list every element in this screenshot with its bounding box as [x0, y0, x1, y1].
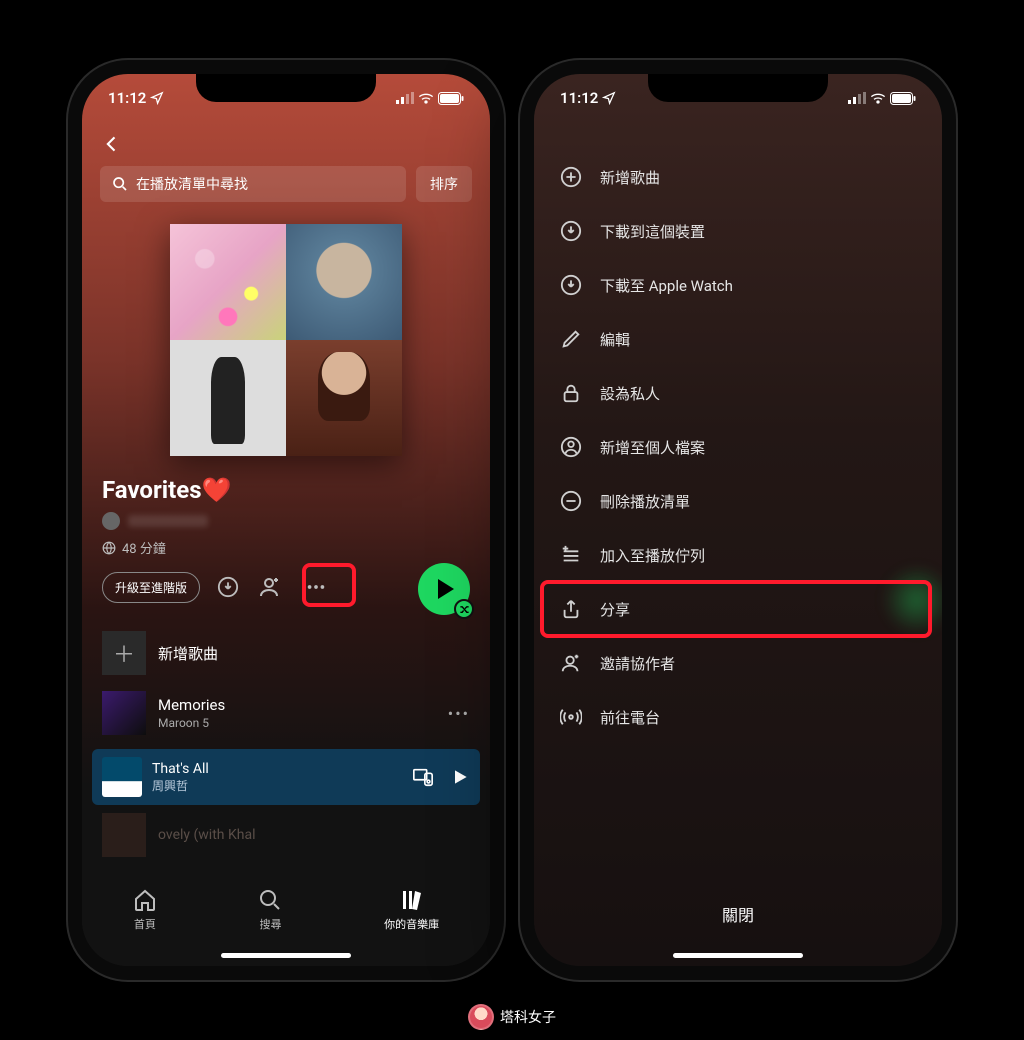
- queue-icon: [560, 544, 582, 566]
- radio-icon: [560, 706, 582, 728]
- cover-art-2: [286, 224, 402, 340]
- faded-track-row: ovely (with Khal: [82, 811, 490, 857]
- battery-icon: [890, 92, 916, 105]
- status-right: [396, 92, 464, 105]
- menu-radio[interactable]: 前往電台: [534, 690, 942, 744]
- menu-download-device[interactable]: 下載到這個裝置: [534, 204, 942, 258]
- upgrade-button[interactable]: 升級至進階版: [102, 572, 200, 603]
- playlist-owner: [102, 512, 470, 530]
- download-button[interactable]: [214, 573, 242, 601]
- pencil-icon: [560, 328, 582, 350]
- sort-button[interactable]: 排序: [416, 166, 472, 202]
- track-artist: Maroon 5: [158, 716, 436, 730]
- play-button[interactable]: [418, 563, 470, 615]
- more-icon: [305, 576, 327, 598]
- search-tab-icon: [258, 888, 282, 912]
- play-icon[interactable]: [450, 767, 470, 787]
- battery-icon: [438, 92, 464, 105]
- home-indicator[interactable]: [221, 953, 351, 958]
- menu-delete[interactable]: 刪除播放清單: [534, 474, 942, 528]
- owner-avatar: [102, 512, 120, 530]
- tab-home[interactable]: 首頁: [133, 888, 157, 932]
- faded-track-art: [102, 813, 146, 857]
- menu-add-profile[interactable]: 新增至個人檔案: [534, 420, 942, 474]
- highlight-share: [540, 580, 932, 638]
- menu-edit[interactable]: 編輯: [534, 312, 942, 366]
- wifi-icon: [418, 92, 434, 104]
- watermark: 塔科女子: [468, 1004, 556, 1030]
- watermark-avatar-icon: [468, 1004, 494, 1030]
- devices-icon[interactable]: [412, 766, 434, 788]
- tab-library[interactable]: 你的音樂庫: [384, 888, 439, 932]
- now-playing-art: [102, 757, 142, 797]
- more-options-button[interactable]: [298, 569, 334, 605]
- phone-left: 11:12 在播放清單中尋找 排序: [68, 60, 504, 980]
- add-collaborator-button[interactable]: [256, 573, 284, 601]
- menu-make-private[interactable]: 設為私人: [534, 366, 942, 420]
- lock-icon: [560, 382, 582, 404]
- track-more-button[interactable]: •••: [448, 704, 470, 723]
- user-icon: [560, 436, 582, 458]
- action-row: 升級至進階版: [102, 569, 470, 605]
- cover-art-4: [286, 340, 402, 456]
- playlist-screen: 11:12 在播放清單中尋找 排序: [82, 74, 490, 966]
- globe-icon: [102, 541, 116, 555]
- menu-share[interactable]: 分享: [534, 582, 942, 636]
- menu-invite[interactable]: 邀請協作者: [534, 636, 942, 690]
- share-icon: [560, 598, 582, 620]
- track-row[interactable]: Memories Maroon 5 •••: [82, 683, 490, 743]
- context-menu: 新增歌曲 下載到這個裝置 下載至 Apple Watch 編輯 設為私人 新增至…: [534, 150, 942, 744]
- minus-circle-icon: [560, 490, 582, 512]
- plus-circle-icon: [560, 166, 582, 188]
- playlist-cover: [170, 224, 402, 456]
- status-time: 11:12: [108, 89, 146, 107]
- library-icon: [400, 888, 424, 912]
- shuffle-badge[interactable]: [454, 599, 474, 619]
- signal-icon: [848, 92, 866, 104]
- phone-right: 11:12 新增歌曲 下載到這個裝置 下載至 Apple Watch: [520, 60, 956, 980]
- context-menu-screen: 11:12 新增歌曲 下載到這個裝置 下載至 Apple Watch: [534, 74, 942, 966]
- download-icon: [560, 274, 582, 296]
- home-indicator[interactable]: [673, 953, 803, 958]
- location-icon: [602, 91, 616, 105]
- track-art: [102, 691, 146, 735]
- close-button[interactable]: 關閉: [534, 902, 942, 926]
- track-title: Memories: [158, 696, 436, 714]
- menu-download-watch[interactable]: 下載至 Apple Watch: [534, 258, 942, 312]
- menu-add-queue[interactable]: 加入至播放佇列: [534, 528, 942, 582]
- tab-search[interactable]: 搜尋: [258, 888, 282, 932]
- download-icon: [217, 576, 239, 598]
- now-playing-bar[interactable]: That's All 周興哲: [92, 749, 480, 805]
- track-list: ＋ 新增歌曲 Memories Maroon 5 •••: [82, 623, 490, 743]
- signal-icon: [396, 92, 414, 104]
- playlist-title: Favorites❤️: [102, 476, 470, 504]
- faded-track-title: ovely (with Khal: [158, 827, 256, 843]
- now-playing-artist: 周興哲: [152, 777, 402, 794]
- notch: [648, 74, 828, 102]
- plus-icon: ＋: [102, 631, 146, 675]
- cover-art-1: [170, 224, 286, 340]
- download-icon: [560, 220, 582, 242]
- add-song-row[interactable]: ＋ 新增歌曲: [82, 623, 490, 683]
- menu-add-song[interactable]: 新增歌曲: [534, 150, 942, 204]
- back-button[interactable]: [102, 134, 122, 154]
- search-icon: [112, 176, 128, 192]
- add-user-icon: [560, 652, 582, 674]
- location-icon: [150, 91, 164, 105]
- wifi-icon: [870, 92, 886, 104]
- owner-name-redacted: [128, 515, 208, 527]
- cover-art-3: [170, 340, 286, 456]
- shuffle-icon: [459, 604, 470, 615]
- status-time: 11:12: [560, 89, 598, 107]
- notch: [196, 74, 376, 102]
- home-icon: [133, 888, 157, 912]
- playlist-meta: 48 分鐘: [102, 538, 470, 557]
- search-input[interactable]: 在播放清單中尋找: [100, 166, 406, 202]
- status-right: [848, 92, 916, 105]
- now-playing-title: That's All: [152, 761, 402, 777]
- search-placeholder: 在播放清單中尋找: [136, 174, 248, 194]
- add-user-icon: [258, 575, 282, 599]
